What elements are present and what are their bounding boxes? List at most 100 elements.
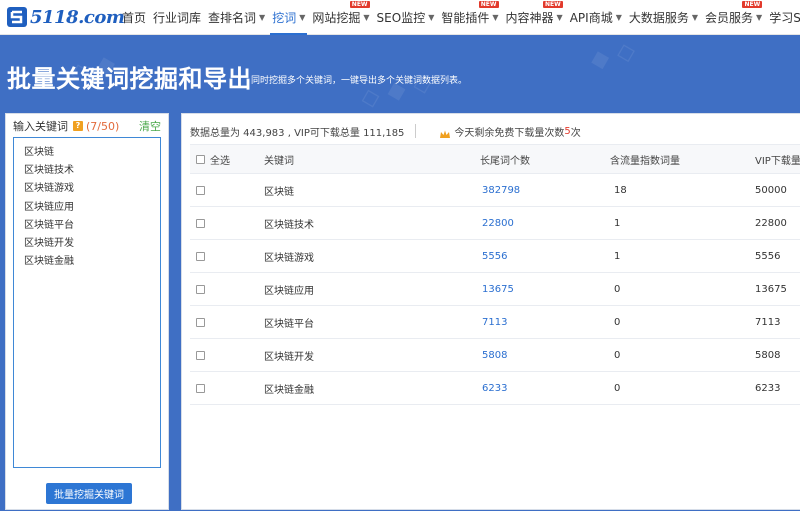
nav-item-label: 内容神器 [505, 11, 554, 25]
cell-flow-index: 0 [614, 316, 621, 328]
nav-item[interactable]: 网站挖掘 ▼ NEW [312, 0, 370, 35]
table-header-row: 全选 关键词 长尾词个数 含流量指数词量 VIP下载量 [190, 144, 800, 174]
cell-keyword: 区块链应用 [264, 285, 314, 297]
nav-item[interactable]: 挖词 ▼ [270, 0, 308, 35]
clear-button[interactable]: 清空 [139, 118, 161, 134]
new-badge: NEW [478, 1, 499, 8]
nav-item[interactable]: 智能插件 ▼ NEW [441, 0, 499, 35]
caret-down-icon: ▼ [556, 13, 563, 22]
logo[interactable]: 5118.com [6, 5, 125, 29]
caret-down-icon: ▼ [615, 13, 622, 22]
table-row: 区块链 382798 18 50000 [190, 174, 800, 207]
nav-item[interactable]: 行业词库 [153, 0, 201, 35]
keyword-line: 区块链技术 [24, 165, 74, 177]
divider [415, 124, 417, 138]
header-keyword: 关键词 [264, 155, 294, 167]
cell-long-tail-link[interactable]: 13675 [472, 284, 610, 295]
cell-keyword: 区块链金融 [264, 384, 314, 396]
nav-menu: 首页 行业词库 查排名词 ▼ 挖词 ▼ 网站挖掘 ▼ NEW SEO监控 ▼ 智能插件 ▼ NEW 内容神器… [122, 0, 800, 35]
row-select-cell [190, 317, 256, 327]
new-badge: NEW [742, 1, 763, 8]
row-checkbox[interactable] [196, 218, 205, 228]
row-checkbox[interactable] [196, 350, 205, 360]
cell-vip-download: 22800 [755, 217, 787, 229]
nav-item[interactable]: 查排名词 ▼ [208, 0, 265, 35]
nav-item-label: 查排名词 [208, 11, 257, 25]
keyword-line: 区块链开发 [24, 238, 74, 250]
cell-flow-index: 1 [614, 217, 621, 229]
header-long-tail: 长尾词个数 [480, 155, 530, 167]
select-all-label[interactable]: 全选 [210, 152, 230, 167]
cell-vip-download: 13675 [755, 283, 787, 295]
cell-long-tail-link[interactable]: 5808 [472, 350, 610, 361]
caret-down-icon: ▼ [299, 13, 306, 22]
logo-text: 5118.com [30, 6, 125, 28]
nav-item-label: 挖词 [272, 11, 297, 25]
new-badge: NEW [349, 1, 370, 8]
row-select-cell [190, 284, 256, 294]
nav-item-label: 智能插件 [441, 11, 490, 25]
cell-long-tail-link[interactable]: 7113 [472, 317, 610, 328]
nav-item[interactable]: 学习SEO▼ [769, 0, 800, 35]
crown-icon [440, 130, 451, 138]
logo-icon [7, 7, 27, 27]
nav-item-label: 首页 [122, 11, 147, 25]
keyword-line: 区块链 [24, 147, 54, 158]
top-nav: 5118.com 首页 行业词库 查排名词 ▼ 挖词 ▼ 网站挖掘 ▼ NEW SEO监控 ▼ 智能插… [0, 0, 800, 35]
nav-item-label: 学习SEO [769, 11, 800, 25]
cell-keyword: 区块链游戏 [264, 252, 314, 264]
cell-long-tail-link[interactable]: 6233 [472, 383, 610, 394]
cell-long-tail-link[interactable]: 22800 [472, 218, 610, 229]
row-checkbox[interactable] [196, 317, 205, 327]
row-checkbox[interactable] [196, 284, 205, 294]
nav-item-label: 网站挖掘 [312, 11, 361, 25]
cell-flow-index: 0 [614, 349, 621, 361]
results-table: 全选 关键词 长尾词个数 含流量指数词量 VIP下载量 区块链 382798 18 5… [190, 144, 800, 405]
keyword-input-panel: 输入关键词 ? (7/50) 清空 区块链 区块链技术 区块链游戏 区块链应用 区块链平… [5, 113, 169, 510]
nav-item[interactable]: SEO监控 ▼ [377, 0, 435, 35]
cell-long-tail-link[interactable]: 382798 [472, 185, 610, 196]
keyword-line: 区块链平台 [24, 219, 74, 231]
table-row: 区块链应用 13675 0 13675 [190, 273, 800, 306]
keyword-input-header: 输入关键词 ? (7/50) 清空 [13, 118, 161, 134]
help-icon[interactable]: ? [73, 121, 83, 131]
select-all-checkbox[interactable] [196, 154, 205, 164]
table-row: 区块链游戏 5556 1 5556 [190, 240, 800, 273]
cell-long-tail-link[interactable]: 5556 [472, 251, 610, 262]
batch-mine-button[interactable]: 批量挖掘关键词 [46, 483, 132, 504]
cell-flow-index: 1 [614, 250, 621, 262]
keyword-line: 区块链应用 [24, 201, 74, 213]
caret-down-icon: ▼ [259, 13, 266, 22]
row-checkbox[interactable] [196, 251, 205, 261]
cell-vip-download: 5808 [755, 349, 781, 361]
row-checkbox[interactable] [196, 185, 205, 195]
row-checkbox[interactable] [196, 383, 205, 393]
table-row: 区块链平台 7113 0 7113 [190, 306, 800, 339]
caret-down-icon: ▼ [691, 13, 699, 22]
nav-item[interactable]: 会员服务 ▼ NEW [705, 0, 763, 35]
nav-item-label: API商城 [569, 11, 613, 25]
keyword-input-label: 输入关键词 [13, 120, 68, 133]
cell-keyword: 区块链技术 [264, 219, 314, 231]
row-select-cell [190, 218, 256, 228]
cell-flow-index: 0 [614, 382, 621, 394]
select-all-cell: 全选 [190, 152, 256, 167]
data-total-text: 数据总量为 443,983 , VIP可下载总量 111,185 [190, 127, 405, 139]
cell-vip-download: 50000 [755, 184, 787, 196]
nav-item-label: 会员服务 [705, 11, 754, 25]
caret-down-icon: ▼ [428, 13, 435, 22]
row-select-cell [190, 383, 256, 393]
cell-keyword: 区块链平台 [264, 318, 314, 330]
cell-vip-download: 7113 [755, 316, 781, 328]
nav-item[interactable]: 大数据服务 ▼ [629, 0, 698, 35]
nav-item[interactable]: 内容神器 ▼ NEW [506, 0, 563, 35]
table-row: 区块链技术 22800 1 22800 [190, 207, 800, 240]
keyword-textarea[interactable]: 区块链 区块链技术 区块链游戏 区块链应用 区块链平台 区块链开发 区块链金融 [13, 137, 161, 468]
table-row: 区块链开发 5808 0 5808 [190, 339, 800, 372]
nav-item[interactable]: API商城 ▼ [570, 0, 622, 35]
table-row: 区块链金融 6233 0 6233 [190, 372, 800, 405]
row-select-cell [190, 185, 256, 195]
header-flow-index: 含流量指数词量 [610, 155, 680, 167]
nav-item[interactable]: 首页 [122, 0, 146, 35]
cell-vip-download: 6233 [755, 382, 781, 394]
